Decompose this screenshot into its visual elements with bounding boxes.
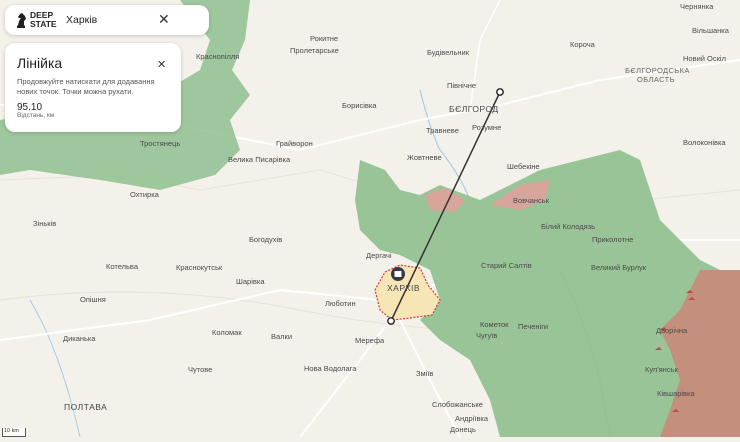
label-velyka-pysarivka: Велика Писарівка — [228, 155, 291, 164]
label-poltava: ПОЛТАВА — [64, 402, 107, 412]
label-rozumne: Розумне — [472, 123, 501, 132]
label-budivelnyk: Будівельник — [427, 48, 470, 57]
search-panel: DEEP STATE Харків ✕ — [5, 5, 209, 35]
label-zhovtneve: Жовтневе — [407, 153, 442, 162]
label-bohodukhiv: Богодухів — [249, 235, 282, 244]
ruler-description: Продовжуйте натискати для додавання нови… — [17, 77, 155, 96]
label-nova-vodolaha: Нова Водолага — [304, 364, 357, 373]
label-sloboshanske: Слобожанське — [432, 400, 483, 409]
label-liubotyn: Люботин — [325, 299, 356, 308]
label-proletarske: Пролетарське — [290, 46, 339, 55]
label-grayvoron: Грайворон — [276, 139, 313, 148]
label-korocha: Короча — [570, 40, 596, 49]
label-kharkiv: ХАРКІВ — [387, 283, 420, 293]
label-derhachi: Дергачі — [366, 251, 392, 260]
ruler-distance-unit: Відстань, км — [17, 112, 55, 119]
scale-label: 10 km — [4, 428, 19, 434]
label-merefa: Мерефа — [355, 336, 385, 345]
label-travneve: Травневе — [426, 126, 459, 135]
label-volokonivka: Волоконівка — [683, 138, 726, 147]
label-belgorod-oblast: БЄЛГОРОДСЬКА — [625, 66, 690, 75]
label-dvorichna: Дворічна — [656, 326, 688, 335]
label-trostianets: Тростянець — [140, 139, 180, 148]
close-icon[interactable]: ✕ — [157, 58, 166, 72]
logo-text-state: STATE — [30, 19, 57, 29]
label-donets: Донець — [450, 425, 476, 434]
ruler-point-start — [496, 88, 504, 96]
label-kivsharivka: Ківшарівка — [657, 389, 695, 398]
logo[interactable]: DEEP STATE — [15, 11, 57, 29]
label-belgorod-oblast-2: ОБЛАСТЬ — [637, 75, 675, 84]
label-dykanka: Диканька — [63, 334, 96, 343]
label-valky: Валки — [271, 332, 292, 341]
label-kolomak: Коломак — [212, 328, 242, 337]
scale-bar: 10 km — [2, 428, 26, 437]
label-okhtyrka: Охтирка — [130, 190, 160, 199]
label-opishnia: Опішня — [80, 295, 106, 304]
label-vilshanka: Вільшанка — [692, 26, 730, 35]
label-pivnichne: Північне — [447, 81, 476, 90]
ruler-point-end — [387, 317, 395, 325]
label-kometok: Кометок — [480, 320, 509, 329]
label-krasnokutsk: Краснокутськ — [176, 263, 223, 272]
label-pechenihy: Печеніги — [518, 322, 548, 331]
label-shebekine: Шебекіне — [507, 162, 540, 171]
search-query[interactable]: Харків — [66, 14, 97, 26]
label-novyi-oskil: Новий Оскіл — [683, 54, 726, 63]
label-kotelva: Котельва — [106, 262, 139, 271]
label-kupiansk: Куп'янськ — [645, 365, 678, 374]
label-bilyi-kolodiaz: Білий Колодязь — [541, 222, 595, 231]
label-sharivka: Шарівка — [236, 277, 265, 286]
deepstate-knight-icon — [17, 12, 26, 28]
label-chutove: Чутове — [188, 365, 212, 374]
ruler-panel: Лінійка ✕ Продовжуйте натискати для дода… — [5, 43, 181, 132]
label-zinkiv: Зіньків — [33, 219, 56, 228]
label-chuhuiv: Чугуїв — [476, 331, 497, 340]
close-icon[interactable]: ✕ — [158, 12, 170, 26]
label-zmiiv: Зміїв — [416, 369, 433, 378]
label-krasnopillia: Краснопілля — [196, 52, 239, 61]
label-andriivka: Андріївка — [455, 414, 489, 423]
label-staryi-saltiv: Старий Салтів — [481, 261, 532, 270]
label-velykyi-burluk: Великий Бурлук — [591, 263, 647, 272]
label-vovchansk: Вовчанськ — [513, 196, 550, 205]
ruler-title: Лінійка — [17, 55, 63, 71]
label-prykolotne: Приколотне — [592, 235, 633, 244]
label-chernianka: Чернянка — [680, 2, 714, 11]
label-belgorod: БЄЛГОРОД — [449, 104, 499, 114]
label-borysivka: Борисівка — [342, 101, 377, 110]
label-rokytne: Рокитне — [310, 34, 338, 43]
